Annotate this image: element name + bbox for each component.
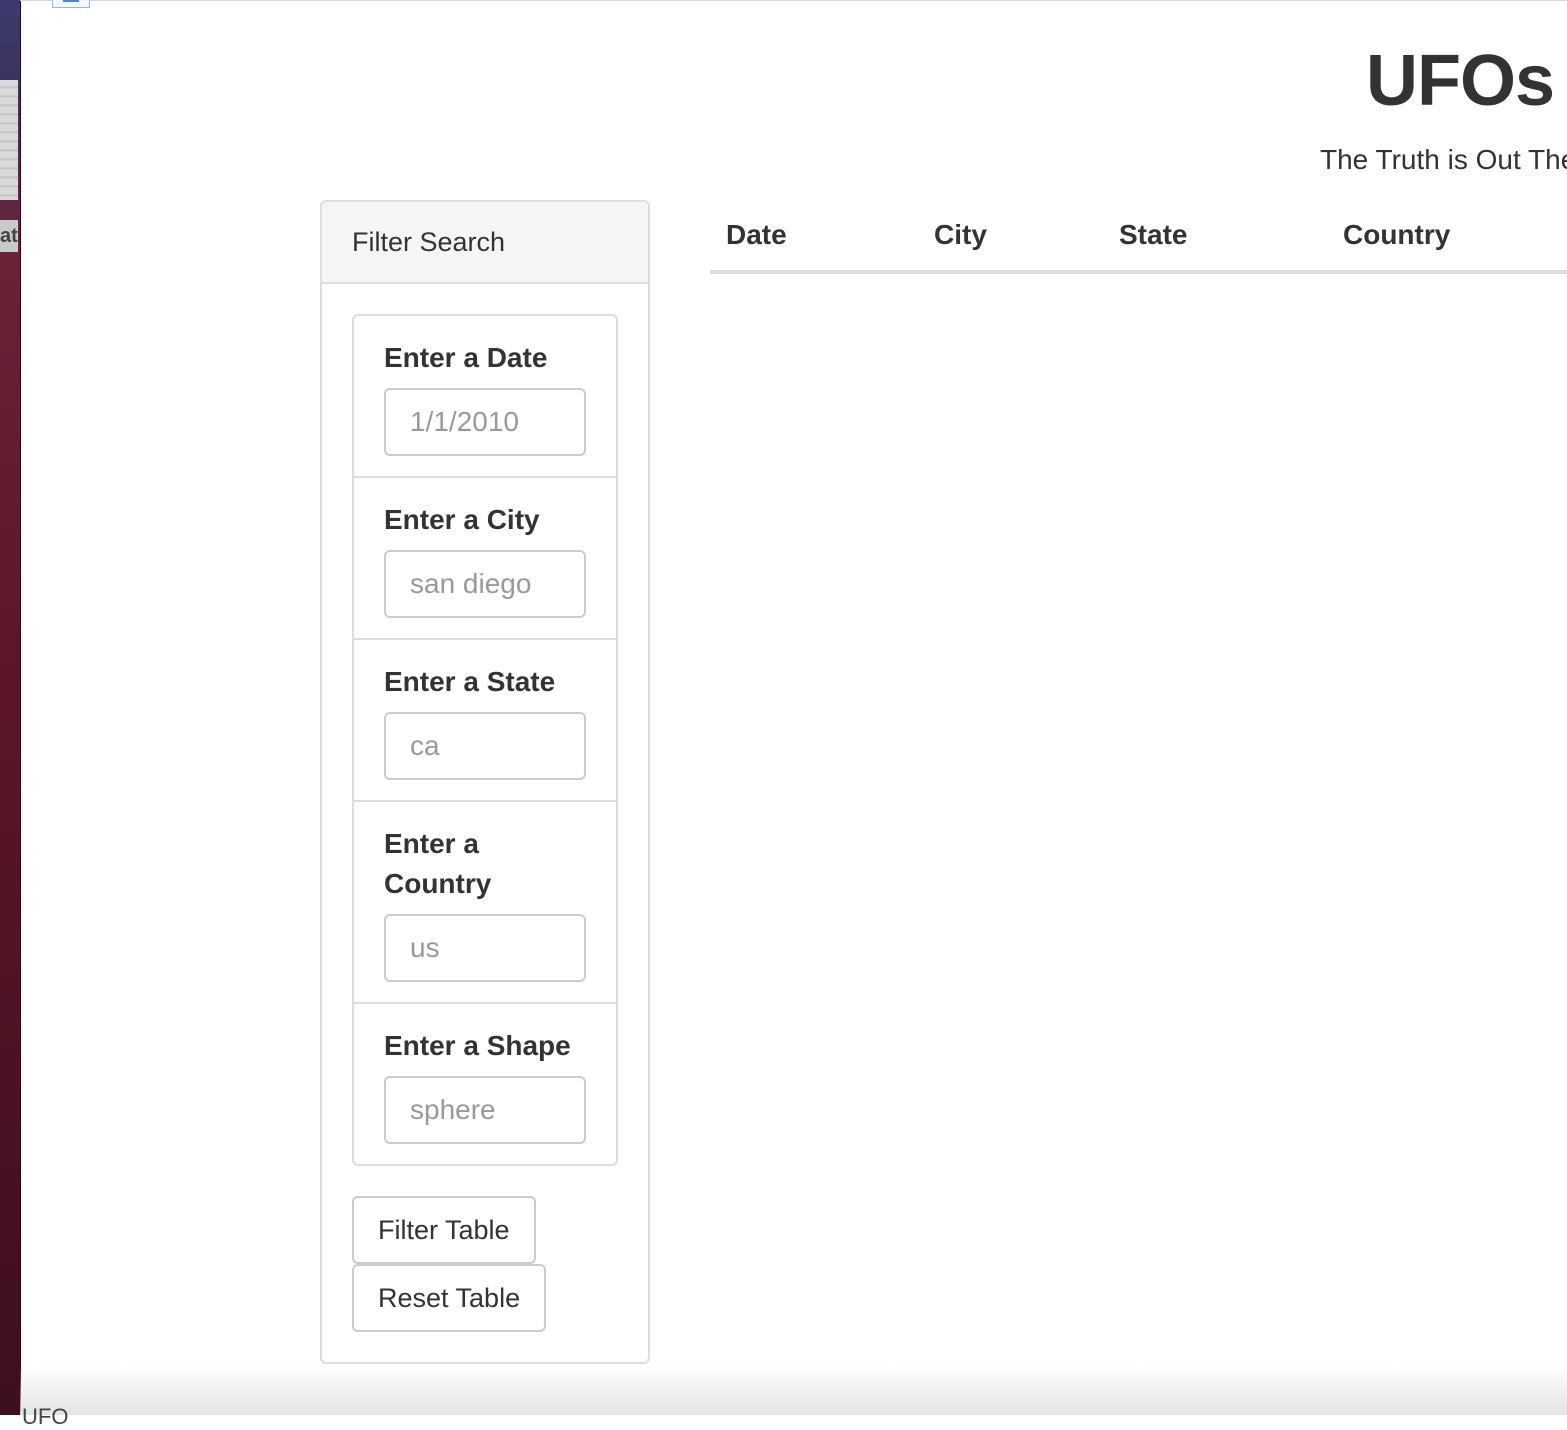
table-header-row: Date City State Country <box>710 200 1567 274</box>
window-icon <box>52 0 90 8</box>
background-window-tab: at <box>0 220 18 252</box>
background-window-text: UFO <box>22 1404 69 1429</box>
window-bottom-shadow <box>20 1365 1567 1415</box>
ufo-table-container: Date City State Country <box>710 200 1567 274</box>
column-header-city: City <box>918 200 1103 274</box>
shape-label: Enter a Shape <box>384 1030 571 1061</box>
page-subtitle: The Truth is Out There <box>1320 144 1567 175</box>
filter-item-country: Enter a Country <box>354 802 616 1004</box>
desktop-background-edge: at <box>0 0 21 1415</box>
country-input[interactable] <box>384 914 586 982</box>
background-window-edge <box>0 80 18 200</box>
ufo-table: Date City State Country <box>710 200 1567 274</box>
date-input[interactable] <box>384 388 586 456</box>
filter-panel: Filter Search Enter a Date Enter a City … <box>320 200 650 1364</box>
country-label: Enter a Country <box>384 828 492 899</box>
filter-table-button[interactable]: Filter Table <box>352 1196 536 1264</box>
page-title: UFOs <box>1366 41 1555 121</box>
filter-list: Enter a Date Enter a City Enter a State … <box>352 314 618 1166</box>
shape-input[interactable] <box>384 1076 586 1144</box>
city-input[interactable] <box>384 550 586 618</box>
filter-item-state: Enter a State <box>354 640 616 802</box>
window-top-border <box>20 0 1567 1</box>
reset-table-button[interactable]: Reset Table <box>352 1264 547 1332</box>
column-header-state: State <box>1103 200 1327 274</box>
filter-item-city: Enter a City <box>354 478 616 640</box>
state-input[interactable] <box>384 712 586 780</box>
filter-panel-heading: Filter Search <box>322 202 648 284</box>
state-label: Enter a State <box>384 666 556 697</box>
column-header-date: Date <box>710 200 918 274</box>
filter-item-shape: Enter a Shape <box>354 1004 616 1164</box>
filter-item-date: Enter a Date <box>354 316 616 478</box>
city-label: Enter a City <box>384 504 540 535</box>
date-label: Enter a Date <box>384 342 548 373</box>
column-header-country: Country <box>1327 200 1567 274</box>
